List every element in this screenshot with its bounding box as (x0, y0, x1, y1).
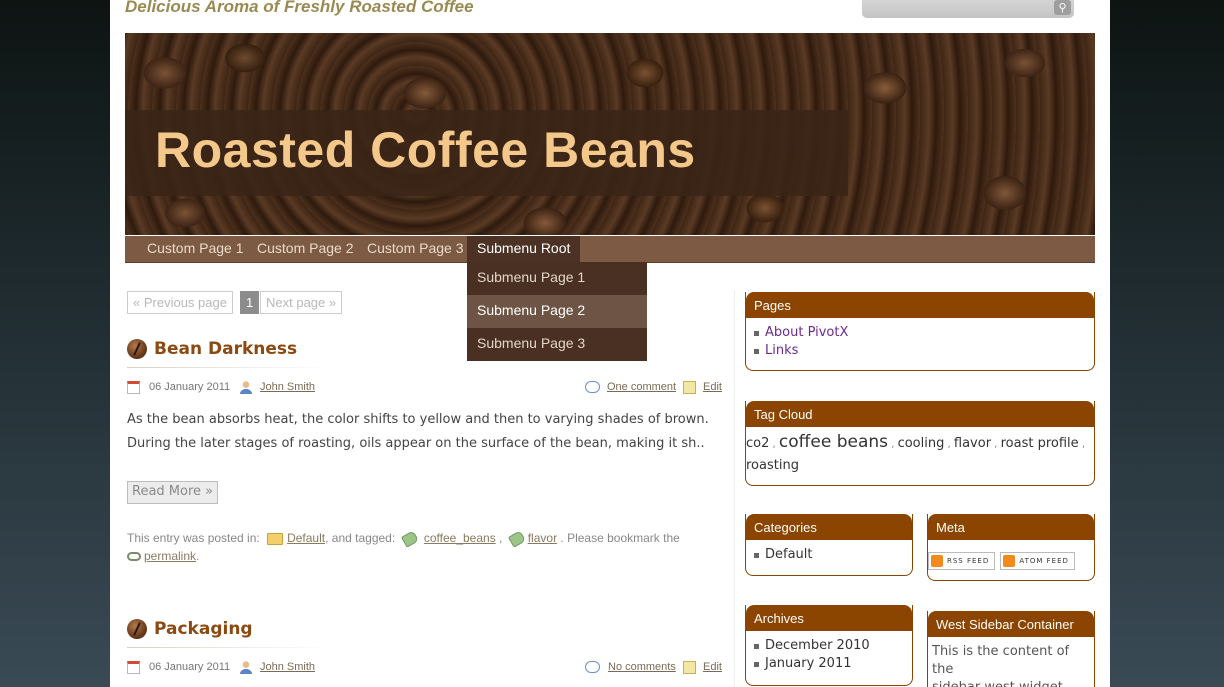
widget-text: sidebar west widget (932, 679, 1094, 687)
nav-item-custom-page-3[interactable]: Custom Page 3 (357, 236, 474, 262)
period-text: . (196, 549, 200, 563)
submenu-dropdown: Submenu Page 1 Submenu Page 2 Submenu Pa… (467, 262, 647, 361)
comment-icon (585, 661, 600, 673)
widget-title: Archives (746, 605, 912, 631)
coffee-bean-icon (127, 619, 147, 639)
post-title-link[interactable]: Packaging (127, 619, 253, 639)
west-sidebar-widget: West Sidebar Container This is the conte… (927, 611, 1095, 687)
rss-label: RSS FEED (947, 557, 990, 565)
post-title-text: Packaging (154, 619, 253, 639)
category-link[interactable]: Default (287, 531, 325, 545)
meta-widget: Meta RSS FEED ATOM FEED (927, 514, 1095, 581)
pages-widget: Pages About PivotX Links (745, 292, 1095, 371)
folder-icon (267, 532, 284, 545)
post-title-link[interactable]: Bean Darkness (127, 339, 297, 359)
bookmark-label: . Please bookmark the (560, 531, 680, 545)
permalink-link[interactable]: permalink (144, 549, 196, 563)
tag-icon (507, 530, 526, 548)
calendar-icon (127, 661, 140, 674)
next-page-link[interactable]: Next page » (260, 291, 343, 314)
excerpt-line: During the later stages of roasting, oil… (127, 436, 705, 451)
post-footer: This entry was posted in: Default, and t… (127, 530, 680, 563)
post-excerpt: As the bean absorbs heat, the color shif… (127, 408, 720, 456)
calendar-icon (127, 381, 140, 394)
search-icon[interactable]: ⚲ (1054, 0, 1071, 15)
tag-link-coffee-beans[interactable]: coffee_beans (424, 531, 496, 545)
comments-link[interactable]: One comment (607, 381, 676, 393)
header-banner: Roasted Coffee Beans (125, 33, 1095, 235)
read-more-button[interactable]: Read More » (127, 481, 219, 504)
edit-link[interactable]: Edit (703, 381, 722, 393)
atom-feed-button[interactable]: ATOM FEED (1000, 552, 1075, 570)
main-nav: Custom Page 1 Custom Page 2 Custom Page … (125, 236, 1095, 263)
tag-flavor[interactable]: flavor (954, 436, 991, 451)
category-link-default[interactable]: Default (754, 546, 912, 564)
tag-cooling[interactable]: cooling (898, 436, 945, 451)
rss-feed-button[interactable]: RSS FEED (928, 552, 996, 570)
widget-title: West Sidebar Container (928, 611, 1094, 637)
tag-coffee-beans[interactable]: coffee beans (779, 432, 888, 452)
tag-link-flavor[interactable]: flavor (528, 531, 557, 545)
atom-label: ATOM FEED (1019, 557, 1069, 565)
comments-link[interactable]: No comments (608, 661, 676, 673)
link-icon (127, 552, 141, 562)
widget-title: Categories (746, 514, 912, 540)
post-meta: 06 January 2011 John Smith One comment E… (127, 381, 722, 397)
nav-item-custom-page-2[interactable]: Custom Page 2 (247, 236, 364, 262)
rss-icon (1003, 555, 1016, 567)
archives-widget: Archives December 2010 January 2011 (745, 605, 913, 686)
tag-cloud: co2 , coffee beans , cooling , flavor , … (746, 432, 1085, 474)
page-container: Delicious Aroma of Freshly Roasted Coffe… (110, 0, 1110, 687)
widget-title: Tag Cloud (746, 401, 1094, 427)
edit-icon (683, 381, 696, 394)
archive-link-december-2010[interactable]: December 2010 (754, 637, 912, 655)
tag-icon (400, 530, 419, 548)
post-date: 06 January 2011 (149, 381, 231, 393)
post-meta: 06 January 2011 John Smith No comments E… (127, 661, 722, 677)
user-icon (240, 381, 252, 394)
rss-icon (931, 555, 943, 567)
title-divider (127, 367, 327, 368)
widget-text: This is the content of the (932, 644, 1070, 677)
coffee-bean-icon (127, 339, 147, 359)
edit-icon (683, 661, 696, 674)
submenu-item-page-1[interactable]: Submenu Page 1 (467, 262, 647, 295)
tag-roast-profile[interactable]: roast profile (1001, 436, 1079, 451)
tag-cloud-widget: Tag Cloud co2 , coffee beans , cooling ,… (745, 401, 1095, 486)
submenu-item-page-2[interactable]: Submenu Page 2 (467, 295, 647, 328)
current-page-number: 1 (240, 291, 260, 314)
column-divider (734, 290, 735, 687)
nav-item-custom-page-1[interactable]: Custom Page 1 (137, 236, 254, 262)
tag-co2[interactable]: co2 (746, 436, 769, 451)
tagged-label: , and tagged: (325, 531, 396, 545)
site-title[interactable]: Roasted Coffee Beans (155, 121, 696, 179)
widget-title: Meta (928, 514, 1094, 540)
page-link-about-pivotx[interactable]: About PivotX (754, 324, 1094, 342)
previous-page-link[interactable]: « Previous page (127, 291, 233, 314)
site-tagline: Delicious Aroma of Freshly Roasted Coffe… (125, 0, 474, 16)
tag-roasting[interactable]: roasting (746, 458, 799, 473)
nav-item-submenu-root[interactable]: Submenu Root (467, 236, 581, 262)
excerpt-line: As the bean absorbs heat, the color shif… (127, 412, 709, 427)
edit-link[interactable]: Edit (703, 661, 722, 673)
post-title-text: Bean Darkness (154, 339, 298, 359)
title-divider (127, 647, 327, 648)
page-link-links[interactable]: Links (754, 342, 1094, 360)
archive-link-january-2011[interactable]: January 2011 (754, 655, 912, 673)
post-date: 06 January 2011 (149, 661, 231, 673)
comment-icon (585, 381, 600, 393)
search-input[interactable]: ⚲ (862, 0, 1074, 18)
categories-widget: Categories Default (745, 514, 913, 576)
submenu-item-page-3[interactable]: Submenu Page 3 (467, 328, 647, 361)
user-icon (240, 661, 252, 674)
widget-title: Pages (746, 292, 1094, 318)
posted-in-label: This entry was posted in: (127, 531, 260, 545)
author-link[interactable]: John Smith (260, 381, 315, 393)
author-link[interactable]: John Smith (260, 661, 315, 673)
